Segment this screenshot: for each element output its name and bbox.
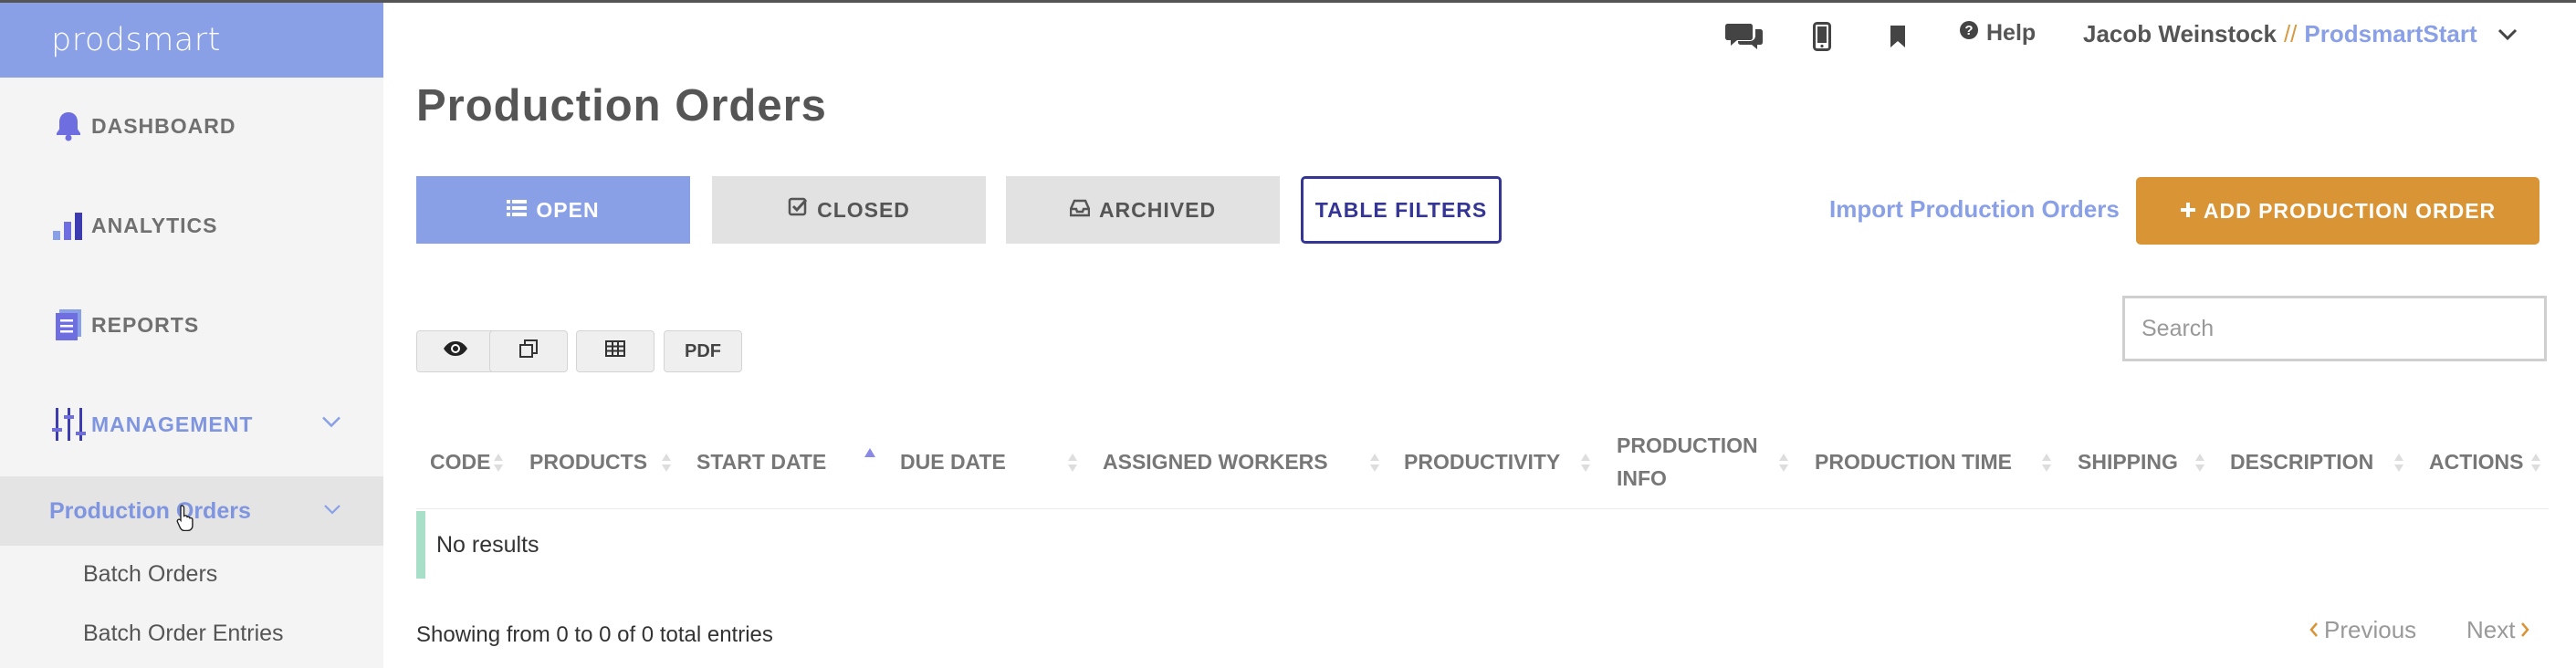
tab-closed[interactable]: CLOSED [712, 176, 986, 244]
sort-icon [2393, 453, 2404, 473]
table-filters-button[interactable]: TABLE FILTERS [1301, 176, 1502, 244]
user-menu[interactable]: Jacob Weinstock // ProdsmartStart [2083, 20, 2518, 48]
eye-icon [443, 340, 468, 362]
next-page-button[interactable]: Next [2466, 616, 2530, 644]
import-production-orders-link[interactable]: Import Production Orders [1829, 195, 2120, 224]
help-label: Help [1986, 20, 2037, 46]
column-header-description[interactable]: DESCRIPTION [2230, 445, 2373, 478]
column-header-start-date[interactable]: START DATE [696, 445, 826, 478]
sidebar-item-label: MANAGEMENT [91, 412, 254, 436]
add-button-label: ADD PRODUCTION ORDER [2203, 198, 2497, 223]
search-input[interactable] [2122, 296, 2547, 361]
tab-label: OPEN [536, 197, 600, 222]
column-header-production-info[interactable]: PRODUCTION INFO [1617, 429, 1758, 495]
column-header-due-date[interactable]: DUE DATE [900, 445, 1006, 478]
next-label: Next [2466, 616, 2516, 643]
question-circle-icon: ? [1959, 20, 1979, 47]
sort-icon [661, 453, 672, 473]
svg-text:?: ? [1964, 23, 1973, 38]
check-square-icon [788, 197, 808, 223]
sort-ascending-icon [864, 447, 876, 458]
bar-chart-icon [49, 206, 88, 245]
tab-label: CLOSED [817, 197, 910, 222]
sort-icon [1067, 453, 1078, 473]
table-row: No results [416, 511, 2549, 579]
copy-button[interactable] [489, 330, 568, 372]
sidebar-item-label: Production Orders [49, 497, 251, 524]
chat-icon[interactable] [1722, 16, 1767, 57]
help-link[interactable]: ? Help [1959, 20, 2036, 47]
list-icon [507, 198, 528, 223]
column-header-productivity[interactable]: PRODUCTIVITY [1404, 445, 1560, 478]
table-divider [416, 508, 2549, 509]
sidebar-item-production-orders[interactable]: Production Orders [0, 476, 383, 546]
column-header-products[interactable]: PRODUCTS [529, 445, 647, 478]
tab-archived[interactable]: ARCHIVED [1006, 176, 1280, 244]
sort-icon [2041, 453, 2052, 473]
chevron-left-icon [2309, 616, 2319, 644]
pdf-export-button[interactable]: PDF [664, 330, 742, 372]
brand-logo[interactable]: prodsmart [0, 3, 383, 78]
sidebar-item-dashboard[interactable]: DASHBOARD [0, 89, 383, 162]
entries-summary: Showing from 0 to 0 of 0 total entries [416, 622, 773, 647]
sidebar-item-label: ANALYTICS [91, 213, 218, 237]
sort-icon [1580, 453, 1591, 473]
sliders-icon [49, 405, 88, 444]
chevron-down-icon[interactable] [323, 503, 341, 519]
user-name: Jacob Weinstock [2083, 20, 2277, 47]
bell-icon [49, 107, 88, 145]
inbox-icon [1069, 198, 1091, 223]
column-visibility-button[interactable] [416, 330, 495, 372]
plus-icon [2180, 199, 2196, 224]
empty-message: No results [436, 531, 539, 558]
column-header-code[interactable]: CODE [430, 445, 490, 478]
tab-open[interactable]: OPEN [416, 176, 690, 244]
excel-export-button[interactable] [576, 330, 654, 372]
mobile-icon[interactable] [1806, 16, 1838, 57]
sidebar-item-analytics[interactable]: ANALYTICS [0, 189, 383, 262]
sidebar-item-label: DASHBOARD [91, 113, 236, 138]
sidebar-item-label: REPORTS [91, 312, 200, 337]
table-icon [605, 340, 625, 362]
sort-icon [2530, 453, 2541, 473]
previous-page-button[interactable]: Previous [2309, 616, 2416, 644]
column-header-actions[interactable]: ACTIONS [2429, 445, 2524, 478]
chevron-down-icon[interactable] [321, 416, 341, 433]
sort-icon [1778, 453, 1789, 473]
sidebar-item-management[interactable]: MANAGEMENT [0, 388, 383, 461]
column-header-shipping[interactable]: SHIPPING [2078, 445, 2178, 478]
user-separator: // [2283, 20, 2298, 47]
top-border [0, 0, 2576, 3]
company-name: ProdsmartStart [2304, 20, 2477, 47]
sidebar-item-batch-orders[interactable]: Batch Orders [83, 561, 217, 588]
copy-icon [518, 339, 539, 364]
sidebar-item-reports[interactable]: REPORTS [0, 288, 383, 361]
column-header-production-time[interactable]: PRODUCTION TIME [1815, 445, 2012, 478]
column-header-assigned-workers[interactable]: ASSIGNED WORKERS [1103, 445, 1328, 478]
chevron-right-icon [2520, 616, 2530, 644]
row-status-marker [416, 511, 425, 579]
previous-label: Previous [2324, 616, 2417, 643]
page-title: Production Orders [416, 81, 827, 130]
sort-icon [1369, 453, 1380, 473]
cursor-icon [175, 504, 197, 536]
document-icon [49, 306, 88, 344]
bookmark-icon[interactable] [1881, 16, 1914, 57]
sort-icon [2194, 453, 2205, 473]
add-production-order-button[interactable]: ADD PRODUCTION ORDER [2136, 177, 2539, 245]
sidebar: prodsmart DASHBOARD ANALYTICS REPORTS MA… [0, 3, 383, 668]
sidebar-item-batch-order-entries[interactable]: Batch Order Entries [83, 621, 284, 647]
sort-icon [493, 453, 504, 473]
chevron-down-icon [2497, 28, 2518, 41]
tab-label: ARCHIVED [1098, 197, 1217, 222]
